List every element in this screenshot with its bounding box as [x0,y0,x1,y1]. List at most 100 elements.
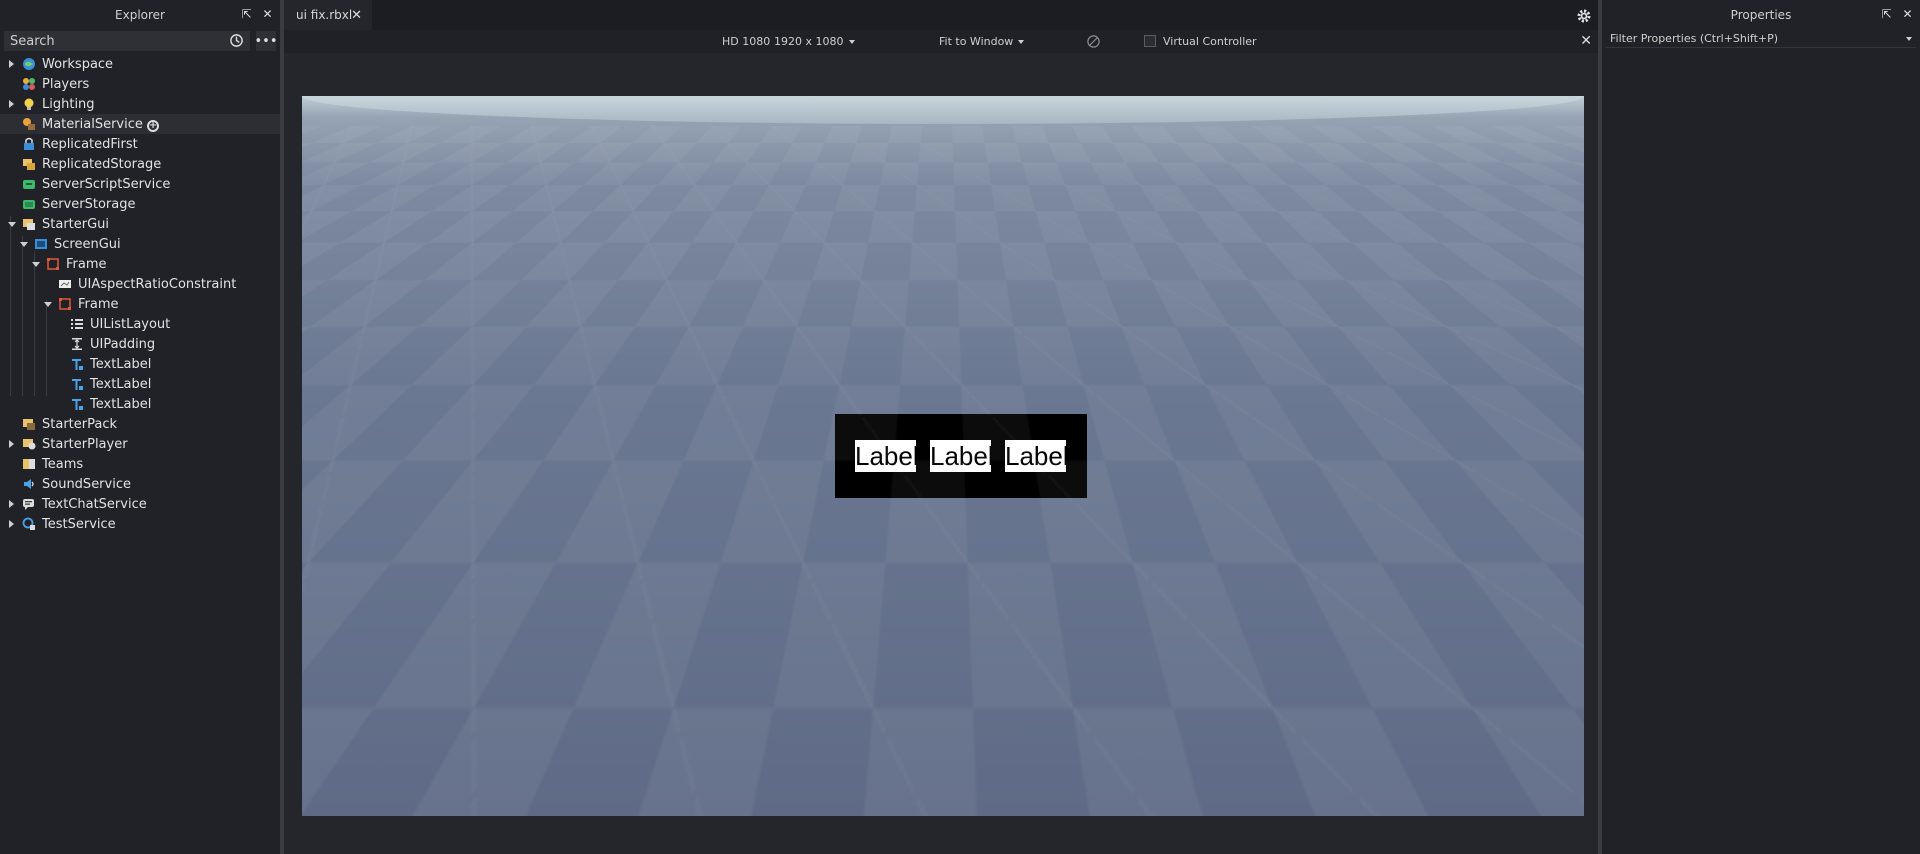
tree-item-workspace[interactable]: Workspace [0,54,280,74]
filter-properties-input[interactable]: Filter Properties (Ctrl+Shift+P) [1606,30,1916,48]
history-icon[interactable] [229,33,244,48]
gear-icon[interactable] [1576,8,1592,24]
collapse-arrow-icon[interactable] [20,242,28,247]
rotate-device-icon[interactable] [1086,34,1101,49]
tree-item-starter-gui[interactable]: StarterGui [0,214,280,234]
add-child-icon[interactable]: + [146,119,159,132]
virtual-controller-checkbox[interactable] [1144,35,1156,47]
tree-item-label: TextChatService [42,496,147,512]
tree-item-text-chat-service[interactable]: TextChatService [0,494,280,514]
text-label-icon [72,379,83,390]
collapse-arrow-icon[interactable] [32,262,40,267]
tree-item-sound-service[interactable]: SoundService [0,474,280,494]
explorer-search-input[interactable]: Search [4,31,250,51]
tree-item-padding[interactable]: UIPadding [0,334,280,354]
tree-item-frame[interactable]: Frame [0,254,280,274]
tree-item-aspect-ratio[interactable]: UIAspectRatioConstraint [0,274,280,294]
close-icon[interactable]: ✕ [1901,8,1914,21]
expand-arrow-icon[interactable] [9,520,14,528]
undock-icon[interactable]: ⇱ [1880,8,1893,21]
test-service-icon [22,517,35,530]
sky-horizon [302,96,1584,124]
material-service-icon [23,118,35,130]
tab-ui-fix[interactable]: ui fix.rbxl ✕ [284,0,372,30]
tree-item-label: TextLabel [90,376,152,392]
virtual-controller-label: Virtual Controller [1163,35,1257,48]
expand-arrow-icon[interactable] [9,60,14,68]
tree-item-lighting[interactable]: Lighting [0,94,280,114]
chevron-down-icon [1018,40,1025,44]
tree-item-players[interactable]: Players [0,74,280,94]
frame-icon [47,258,59,270]
chevron-down-icon [848,40,855,44]
properties-panel: Properties ⇱ ✕ Filter Properties (Ctrl+S… [1602,0,1920,854]
expand-arrow-icon[interactable] [9,100,14,108]
tree-item-label: ScreenGui [54,236,121,252]
starter-gui-icon [23,219,35,230]
collapse-arrow-icon[interactable] [44,302,52,307]
gui-frame: Label Label Label [835,414,1087,498]
tree-item-label: ServerScriptService [42,176,171,192]
tree-item-teams[interactable]: Teams [0,454,280,474]
tree-item-text-label[interactable]: TextLabel [0,394,280,414]
tree-item-label: StarterPlayer [42,436,128,452]
undock-icon[interactable]: ⇱ [240,8,253,21]
chevron-down-icon[interactable] [1906,37,1912,41]
tree-item-label: UIAspectRatioConstraint [78,276,237,292]
tree-item-label: MaterialService + [42,116,159,132]
tree-item-label: StarterPack [42,416,117,432]
device-label: HD 1080 [722,35,771,48]
replicated-storage-icon [23,159,35,170]
collapse-arrow-icon[interactable] [8,222,16,227]
close-tab-icon[interactable]: ✕ [351,8,362,23]
expand-arrow-icon[interactable] [9,440,14,448]
tree-item-list-layout[interactable]: UIListLayout [0,314,280,334]
tree-item-label: Frame [66,256,107,272]
players-icon [23,78,35,90]
close-icon[interactable]: ✕ [1580,33,1592,49]
text-label: Label [855,440,919,472]
tree-item-server-script-service[interactable]: ServerScriptService [0,174,280,194]
tree-item-text-label[interactable]: TextLabel [0,374,280,394]
tree-item-test-service[interactable]: TestService [0,514,280,534]
tree-item-replicated-first[interactable]: ReplicatedFirst [0,134,280,154]
tree-item-starter-pack[interactable]: StarterPack [0,414,280,434]
tree-item-label: TextLabel [90,396,152,412]
tree-item-label: Frame [78,296,119,312]
tree-item-material-service[interactable]: MaterialService + [0,114,280,134]
more-options-button[interactable]: ••• [255,31,278,51]
tree-item-label: Lighting [42,96,95,112]
close-icon[interactable]: ✕ [261,8,274,21]
tree-item-label: ReplicatedFirst [42,136,138,152]
screen-gui-icon [35,239,47,249]
expand-arrow-icon[interactable] [9,500,14,508]
padding-icon [72,338,82,350]
lighting-icon [24,98,34,110]
tree-item-server-storage[interactable]: ServerStorage [0,194,280,214]
tab-label: ui fix.rbxl [296,8,353,22]
text-label-icon [72,359,83,370]
device-toolbar: HD 1080 1920 x 1080 Fit to Window Virtua… [284,30,1598,53]
properties-title: Properties [1730,8,1792,22]
tree-item-frame-inner[interactable]: Frame [0,294,280,314]
filter-placeholder: Filter Properties (Ctrl+Shift+P) [1610,32,1779,45]
editor-area: ui fix.rbxl ✕ HD 1080 1920 x 1080 Fit to… [284,0,1598,854]
explorer-tree: Workspace Players Lighting MaterialServi… [0,54,280,534]
server-storage-icon [23,200,35,209]
text-label: Label [1005,440,1069,472]
resolution-dropdown[interactable]: 1920 x 1080 [774,35,855,48]
tree-item-screen-gui[interactable]: ScreenGui [0,234,280,254]
tree-item-label: ServerStorage [42,196,136,212]
tree-item-starter-player[interactable]: StarterPlayer [0,434,280,454]
frame-icon [59,298,71,310]
starter-pack-icon [23,419,35,430]
properties-header: Properties ⇱ ✕ [1602,0,1920,30]
text-label: Label [930,440,994,472]
sound-service-icon [24,479,34,489]
tree-item-text-label[interactable]: TextLabel [0,354,280,374]
tree-item-replicated-storage[interactable]: ReplicatedStorage [0,154,280,174]
fit-dropdown[interactable]: Fit to Window [939,35,1025,48]
starter-player-icon [23,439,36,450]
game-viewport[interactable]: Label Label Label [302,96,1584,816]
text-chat-service-icon [23,499,34,510]
